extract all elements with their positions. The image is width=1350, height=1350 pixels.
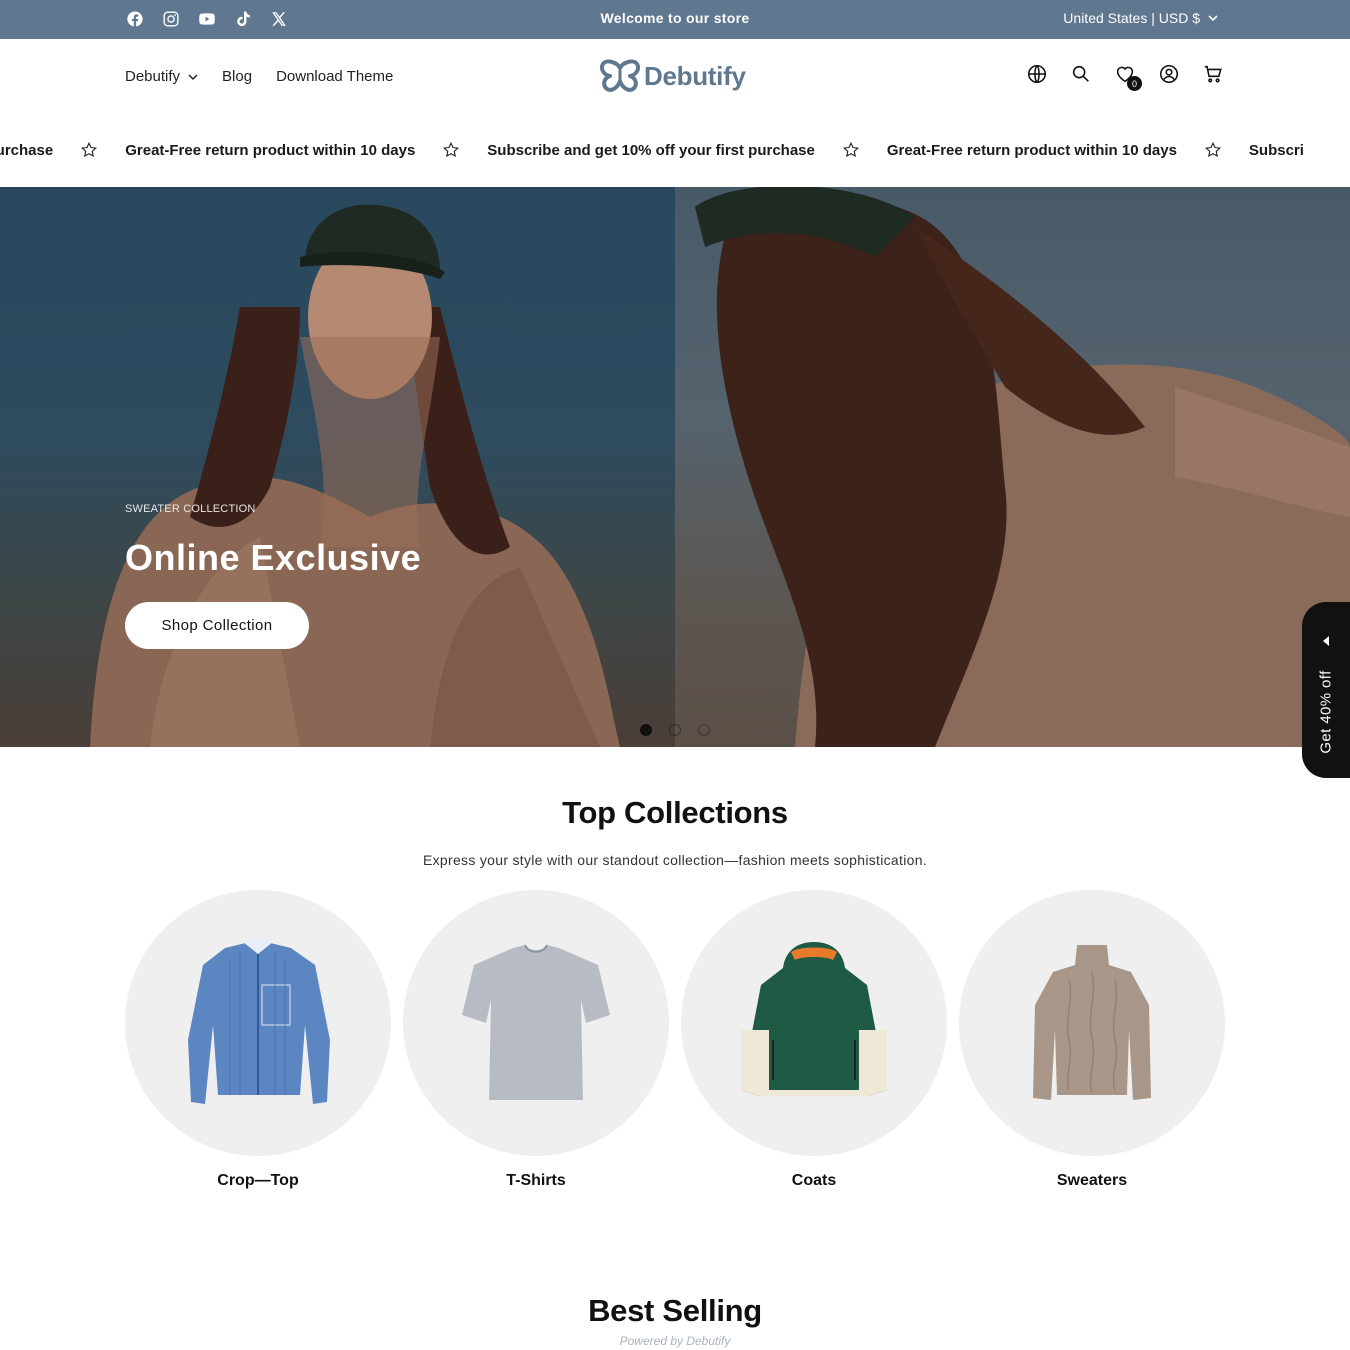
hero-image-right	[675, 187, 1350, 747]
hero-photo-right	[695, 187, 1350, 747]
nav-item-label: Debutify	[125, 68, 181, 85]
nav-item-label: Download Theme	[276, 68, 394, 85]
wishlist-icon[interactable]: 0	[1114, 63, 1142, 91]
tshirt-image	[462, 944, 610, 1100]
powered-by-watermark: Powered by Debutify	[619, 1334, 731, 1348]
marquee-track: r first purchase Great-Free return produ…	[0, 140, 1304, 160]
header-icons: 0	[1026, 63, 1224, 91]
collection-image[interactable]	[681, 890, 947, 1156]
collection-label[interactable]: Coats	[681, 1172, 947, 1190]
star-icon	[1203, 140, 1223, 160]
search-icon[interactable]	[1070, 63, 1092, 85]
globe-icon[interactable]	[1026, 63, 1048, 85]
collection-card-crop-top[interactable]: Crop—Top	[125, 890, 391, 1190]
logo[interactable]: Debutify	[600, 59, 746, 93]
locale-label: United States | USD $	[1063, 10, 1200, 26]
chevron-down-icon	[188, 73, 198, 80]
nav-item-download-theme[interactable]: Download Theme	[276, 68, 393, 85]
cart-icon[interactable]	[1202, 63, 1224, 85]
star-icon	[441, 140, 461, 160]
collection-image[interactable]	[125, 890, 391, 1156]
discount-side-tab[interactable]: Get 40% off	[1302, 602, 1350, 778]
top-collections-subtitle: Express your style with our standout col…	[422, 852, 927, 868]
main-nav: Debutify Blog Download Theme	[125, 68, 393, 85]
collection-label[interactable]: Crop—Top	[125, 1172, 391, 1190]
marquee-item: Great-Free return product within 10 days	[125, 141, 416, 159]
nav-item-label: Blog	[222, 68, 253, 85]
marquee-item: Subscri	[1248, 141, 1304, 159]
coat-image	[741, 942, 887, 1096]
hero-slideshow: SWEATER COLLECTION Online Exclusive Shop…	[0, 187, 1350, 747]
marquee-item: Subscribe and get 10% off your first pur…	[487, 141, 815, 159]
slide-dot-1[interactable]	[640, 724, 652, 736]
shop-collection-button[interactable]: Shop Collection	[125, 602, 309, 649]
account-icon[interactable]	[1158, 63, 1180, 85]
nav-item-debutify[interactable]: Debutify	[125, 68, 198, 85]
discount-side-tab-label: Get 40% off	[1317, 670, 1335, 754]
hero-title: Online Exclusive	[125, 537, 422, 578]
collection-label[interactable]: Sweaters	[959, 1172, 1225, 1190]
marquee-item: r first purchase	[0, 141, 54, 159]
sweater-image	[1033, 945, 1151, 1100]
caret-icon	[1323, 636, 1329, 646]
slide-dot-3[interactable]	[698, 724, 710, 736]
collection-card-coats[interactable]: Coats	[681, 890, 947, 1190]
logo-text: Debutify	[644, 60, 746, 91]
wishlist-count-badge: 0	[1127, 76, 1142, 91]
butterfly-logo-icon	[600, 59, 640, 92]
shirt-image	[188, 938, 330, 1104]
collection-card-sweaters[interactable]: Sweaters	[959, 890, 1225, 1190]
collection-label[interactable]: T-Shirts	[403, 1172, 669, 1190]
hero-photo-left	[90, 204, 620, 747]
announcement-bar: Welcome to our store United States | USD…	[0, 0, 1350, 39]
marquee-item: Great-Free return product within 10 days	[886, 141, 1177, 159]
top-collections-title: Top Collections	[562, 795, 788, 830]
collection-image[interactable]	[403, 890, 669, 1156]
slideshow-pagination	[640, 724, 710, 736]
chevron-down-icon	[1208, 15, 1218, 22]
announcement-marquee: r first purchase Great-Free return produ…	[0, 113, 1350, 187]
slide-dot-2[interactable]	[669, 724, 681, 736]
best-selling-title: Best Selling	[588, 1293, 762, 1328]
star-icon	[841, 140, 861, 160]
collection-image[interactable]	[959, 890, 1225, 1156]
locale-selector[interactable]: United States | USD $	[1063, 10, 1218, 26]
hero-eyebrow: SWEATER COLLECTION	[125, 503, 256, 515]
star-icon	[79, 140, 99, 160]
hero-image-left	[0, 187, 675, 747]
nav-item-blog[interactable]: Blog	[222, 68, 252, 85]
site-header: Debutify Blog Download Theme Debutify 0	[0, 39, 1350, 113]
collection-card-t-shirts[interactable]: T-Shirts	[403, 890, 669, 1190]
